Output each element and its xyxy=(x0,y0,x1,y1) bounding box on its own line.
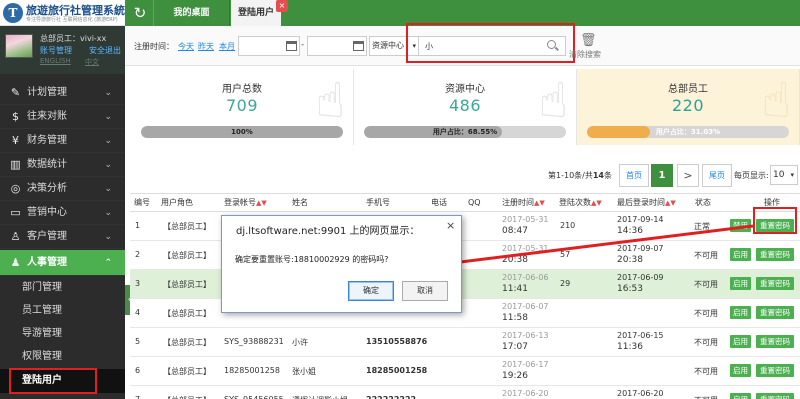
arrow-line xyxy=(427,224,754,268)
dialog-title: dj.ltsoftware.net:9901 上的网页显示： xyxy=(236,226,420,237)
dialog-message: 确定要重置账号:18810002929 的密码吗? xyxy=(235,255,389,264)
close-icon[interactable]: × xyxy=(446,219,455,232)
annotation-arrow xyxy=(416,224,754,273)
cancel-button[interactable]: 取消 xyxy=(402,281,448,301)
ok-button[interactable]: 确定 xyxy=(348,281,394,301)
